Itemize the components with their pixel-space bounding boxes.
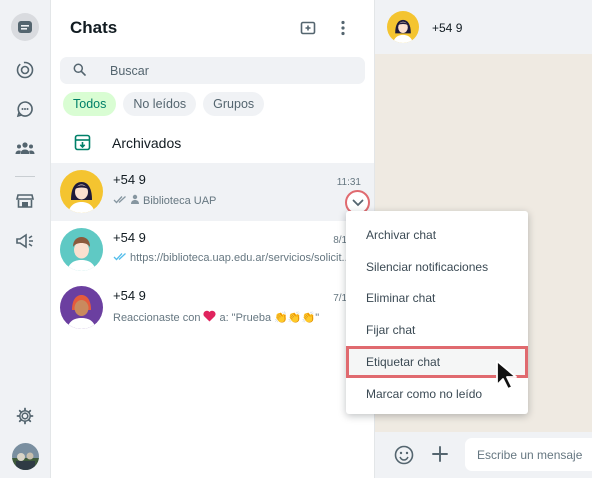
avatar xyxy=(60,286,103,329)
filter-grupos[interactable]: Grupos xyxy=(203,92,265,116)
message-box xyxy=(465,438,592,471)
chevron-down-icon xyxy=(352,194,364,212)
rail-divider xyxy=(15,176,35,177)
channels-icon[interactable] xyxy=(11,95,39,123)
status-icon[interactable] xyxy=(11,56,39,84)
filter-chips: Todos No leídos Grupos xyxy=(63,92,265,116)
chat-list-panel: Chats Todos No leídos Grupos Archivados … xyxy=(51,0,375,478)
attach-plus-icon[interactable] xyxy=(430,444,450,469)
left-rail xyxy=(0,0,51,478)
chat-time: 11:31 xyxy=(336,177,361,188)
avatar xyxy=(60,170,103,213)
chat-preview: https://biblioteca.uap.edu.ar/servicios/… xyxy=(113,252,353,264)
menu-item-silenciar[interactable]: Silenciar notificaciones xyxy=(346,251,528,283)
avatar xyxy=(387,11,419,43)
chat-preview: Biblioteca UAP xyxy=(113,194,353,207)
person-icon xyxy=(130,194,140,207)
chat-name: +54 9 xyxy=(113,288,146,303)
message-input[interactable] xyxy=(465,438,592,471)
heart-icon xyxy=(203,310,217,325)
menu-item-eliminar[interactable]: Eliminar chat xyxy=(346,283,528,315)
chats-icon[interactable] xyxy=(11,13,39,41)
broadcast-icon[interactable] xyxy=(11,227,39,255)
filter-no-leidos[interactable]: No leídos xyxy=(123,92,197,116)
communities-icon[interactable] xyxy=(11,134,39,162)
search-icon xyxy=(73,63,86,81)
avatar xyxy=(60,228,103,271)
chat-row[interactable]: +54 9 11:31 Biblioteca UAP xyxy=(51,163,374,221)
double-check-icon xyxy=(113,252,127,264)
chat-row[interactable]: +54 9 7/10/2 Reaccionaste con a: "Prueba… xyxy=(51,279,374,337)
search-box xyxy=(60,57,365,84)
composer xyxy=(375,432,592,478)
settings-icon[interactable] xyxy=(11,402,39,430)
double-check-icon xyxy=(113,195,127,207)
profile-avatar[interactable] xyxy=(12,443,39,470)
emoji-icon[interactable] xyxy=(394,445,414,470)
chat-preview: Reaccionaste con a: "Prueba 👏👏👏" xyxy=(113,310,320,325)
chat-name: +54 9 xyxy=(113,172,146,187)
menu-item-fijar[interactable]: Fijar chat xyxy=(346,314,528,346)
mouse-cursor-icon xyxy=(495,359,521,396)
archived-label: Archivados xyxy=(112,135,182,151)
catalog-icon[interactable] xyxy=(11,187,39,215)
chat-name: +54 9 xyxy=(113,230,146,245)
filter-todos[interactable]: Todos xyxy=(63,92,117,116)
search-input[interactable] xyxy=(110,57,350,84)
conversation-name: +54 9 xyxy=(432,21,463,35)
page-title: Chats xyxy=(70,18,118,37)
conversation-header[interactable]: +54 9 xyxy=(375,0,592,54)
chat-row[interactable]: +54 9 8/10/2 https://biblioteca.uap.edu.… xyxy=(51,221,374,279)
new-chat-icon[interactable] xyxy=(297,17,319,39)
menu-item-archivar[interactable]: Archivar chat xyxy=(346,219,528,251)
archive-icon xyxy=(74,134,91,156)
archived-row[interactable]: Archivados xyxy=(51,126,374,160)
menu-dots-icon[interactable] xyxy=(332,17,354,39)
